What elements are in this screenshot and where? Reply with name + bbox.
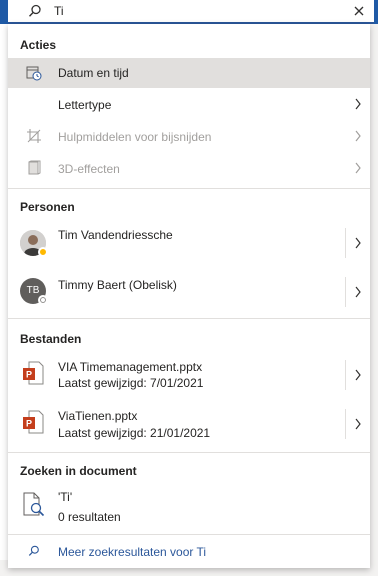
row-separator (345, 228, 346, 258)
section-divider (8, 318, 370, 319)
more-results-link[interactable]: Meer zoekresultaten voor Ti (8, 536, 370, 566)
search-bar[interactable] (8, 0, 374, 24)
powerpoint-file-icon: P (23, 410, 44, 434)
document-search-count: 0 resultaten (58, 510, 121, 524)
cube-icon (28, 160, 41, 175)
presence-offline-icon (38, 295, 48, 305)
search-icon (28, 4, 41, 17)
avatar-initials: TB (26, 285, 40, 296)
file-modified: Laatst gewijzigd: 21/01/2021 (58, 426, 211, 440)
more-results-label: Meer zoekresultaten voor Ti (58, 545, 207, 559)
document-background-left (0, 24, 8, 576)
section-header-zoeken-in-document: Zoeken in document (20, 464, 137, 478)
search-icon (28, 545, 39, 556)
search-input[interactable] (54, 3, 334, 19)
powerpoint-file-icon: P (23, 361, 44, 385)
person-item-tim-vandendriessche[interactable]: Tim Vandendriessche (8, 220, 370, 266)
close-icon[interactable] (352, 4, 366, 18)
action-label: Hulpmiddelen voor bijsnijden (58, 130, 212, 144)
action-item-datum-en-tijd[interactable]: Datum en tijd (8, 58, 370, 88)
document-background-right (370, 24, 378, 576)
crop-icon (27, 129, 41, 143)
document-search-query: 'Ti' (58, 490, 73, 504)
presence-away-icon (38, 247, 48, 257)
chevron-right-icon[interactable] (354, 286, 362, 298)
document-search-result[interactable]: 'Ti' 0 resultaten (8, 484, 370, 530)
person-name: Timmy Baert (Obelisk) (58, 278, 177, 292)
action-label: 3D-effecten (58, 162, 120, 176)
calendar-clock-icon (26, 66, 42, 81)
person-name: Tim Vandendriessche (58, 228, 173, 242)
person-item-timmy-baert[interactable]: TB Timmy Baert (Obelisk) (8, 268, 370, 316)
section-header-personen: Personen (20, 200, 75, 214)
row-separator (345, 360, 346, 390)
row-separator (345, 409, 346, 439)
svg-text:P: P (26, 419, 32, 429)
section-divider (8, 452, 370, 453)
action-label: Lettertype (58, 98, 112, 112)
chevron-right-icon (355, 162, 361, 174)
action-item-lettertype[interactable]: Lettertype (8, 88, 370, 120)
file-modified: Laatst gewijzigd: 7/01/2021 (58, 376, 204, 390)
section-divider (8, 534, 370, 535)
section-header-acties: Acties (20, 38, 57, 52)
file-item-via-timemanagement[interactable]: P VIA Timemanagement.pptx Laatst gewijzi… (8, 352, 370, 398)
file-item-viatienen[interactable]: P ViaTienen.pptx Laatst gewijzigd: 21/01… (8, 400, 370, 446)
chevron-right-icon (355, 98, 361, 110)
document-search-icon (23, 492, 45, 517)
file-name: VIA Timemanagement.pptx (58, 360, 203, 374)
chevron-right-icon[interactable] (354, 418, 362, 430)
search-results-panel: Acties Datum en tijd Lettertype Hulpmidd… (8, 24, 370, 568)
chevron-right-icon[interactable] (354, 237, 362, 249)
chevron-right-icon[interactable] (354, 369, 362, 381)
section-header-bestanden: Bestanden (20, 332, 82, 346)
file-name: ViaTienen.pptx (58, 409, 138, 423)
svg-text:P: P (26, 370, 32, 380)
action-label: Datum en tijd (58, 66, 129, 80)
action-item-3d-effecten: 3D-effecten (8, 152, 370, 184)
row-separator (345, 277, 346, 307)
action-item-hulpmiddelen-bijsnijden: Hulpmiddelen voor bijsnijden (8, 120, 370, 152)
chevron-right-icon (355, 130, 361, 142)
section-divider (8, 188, 370, 189)
